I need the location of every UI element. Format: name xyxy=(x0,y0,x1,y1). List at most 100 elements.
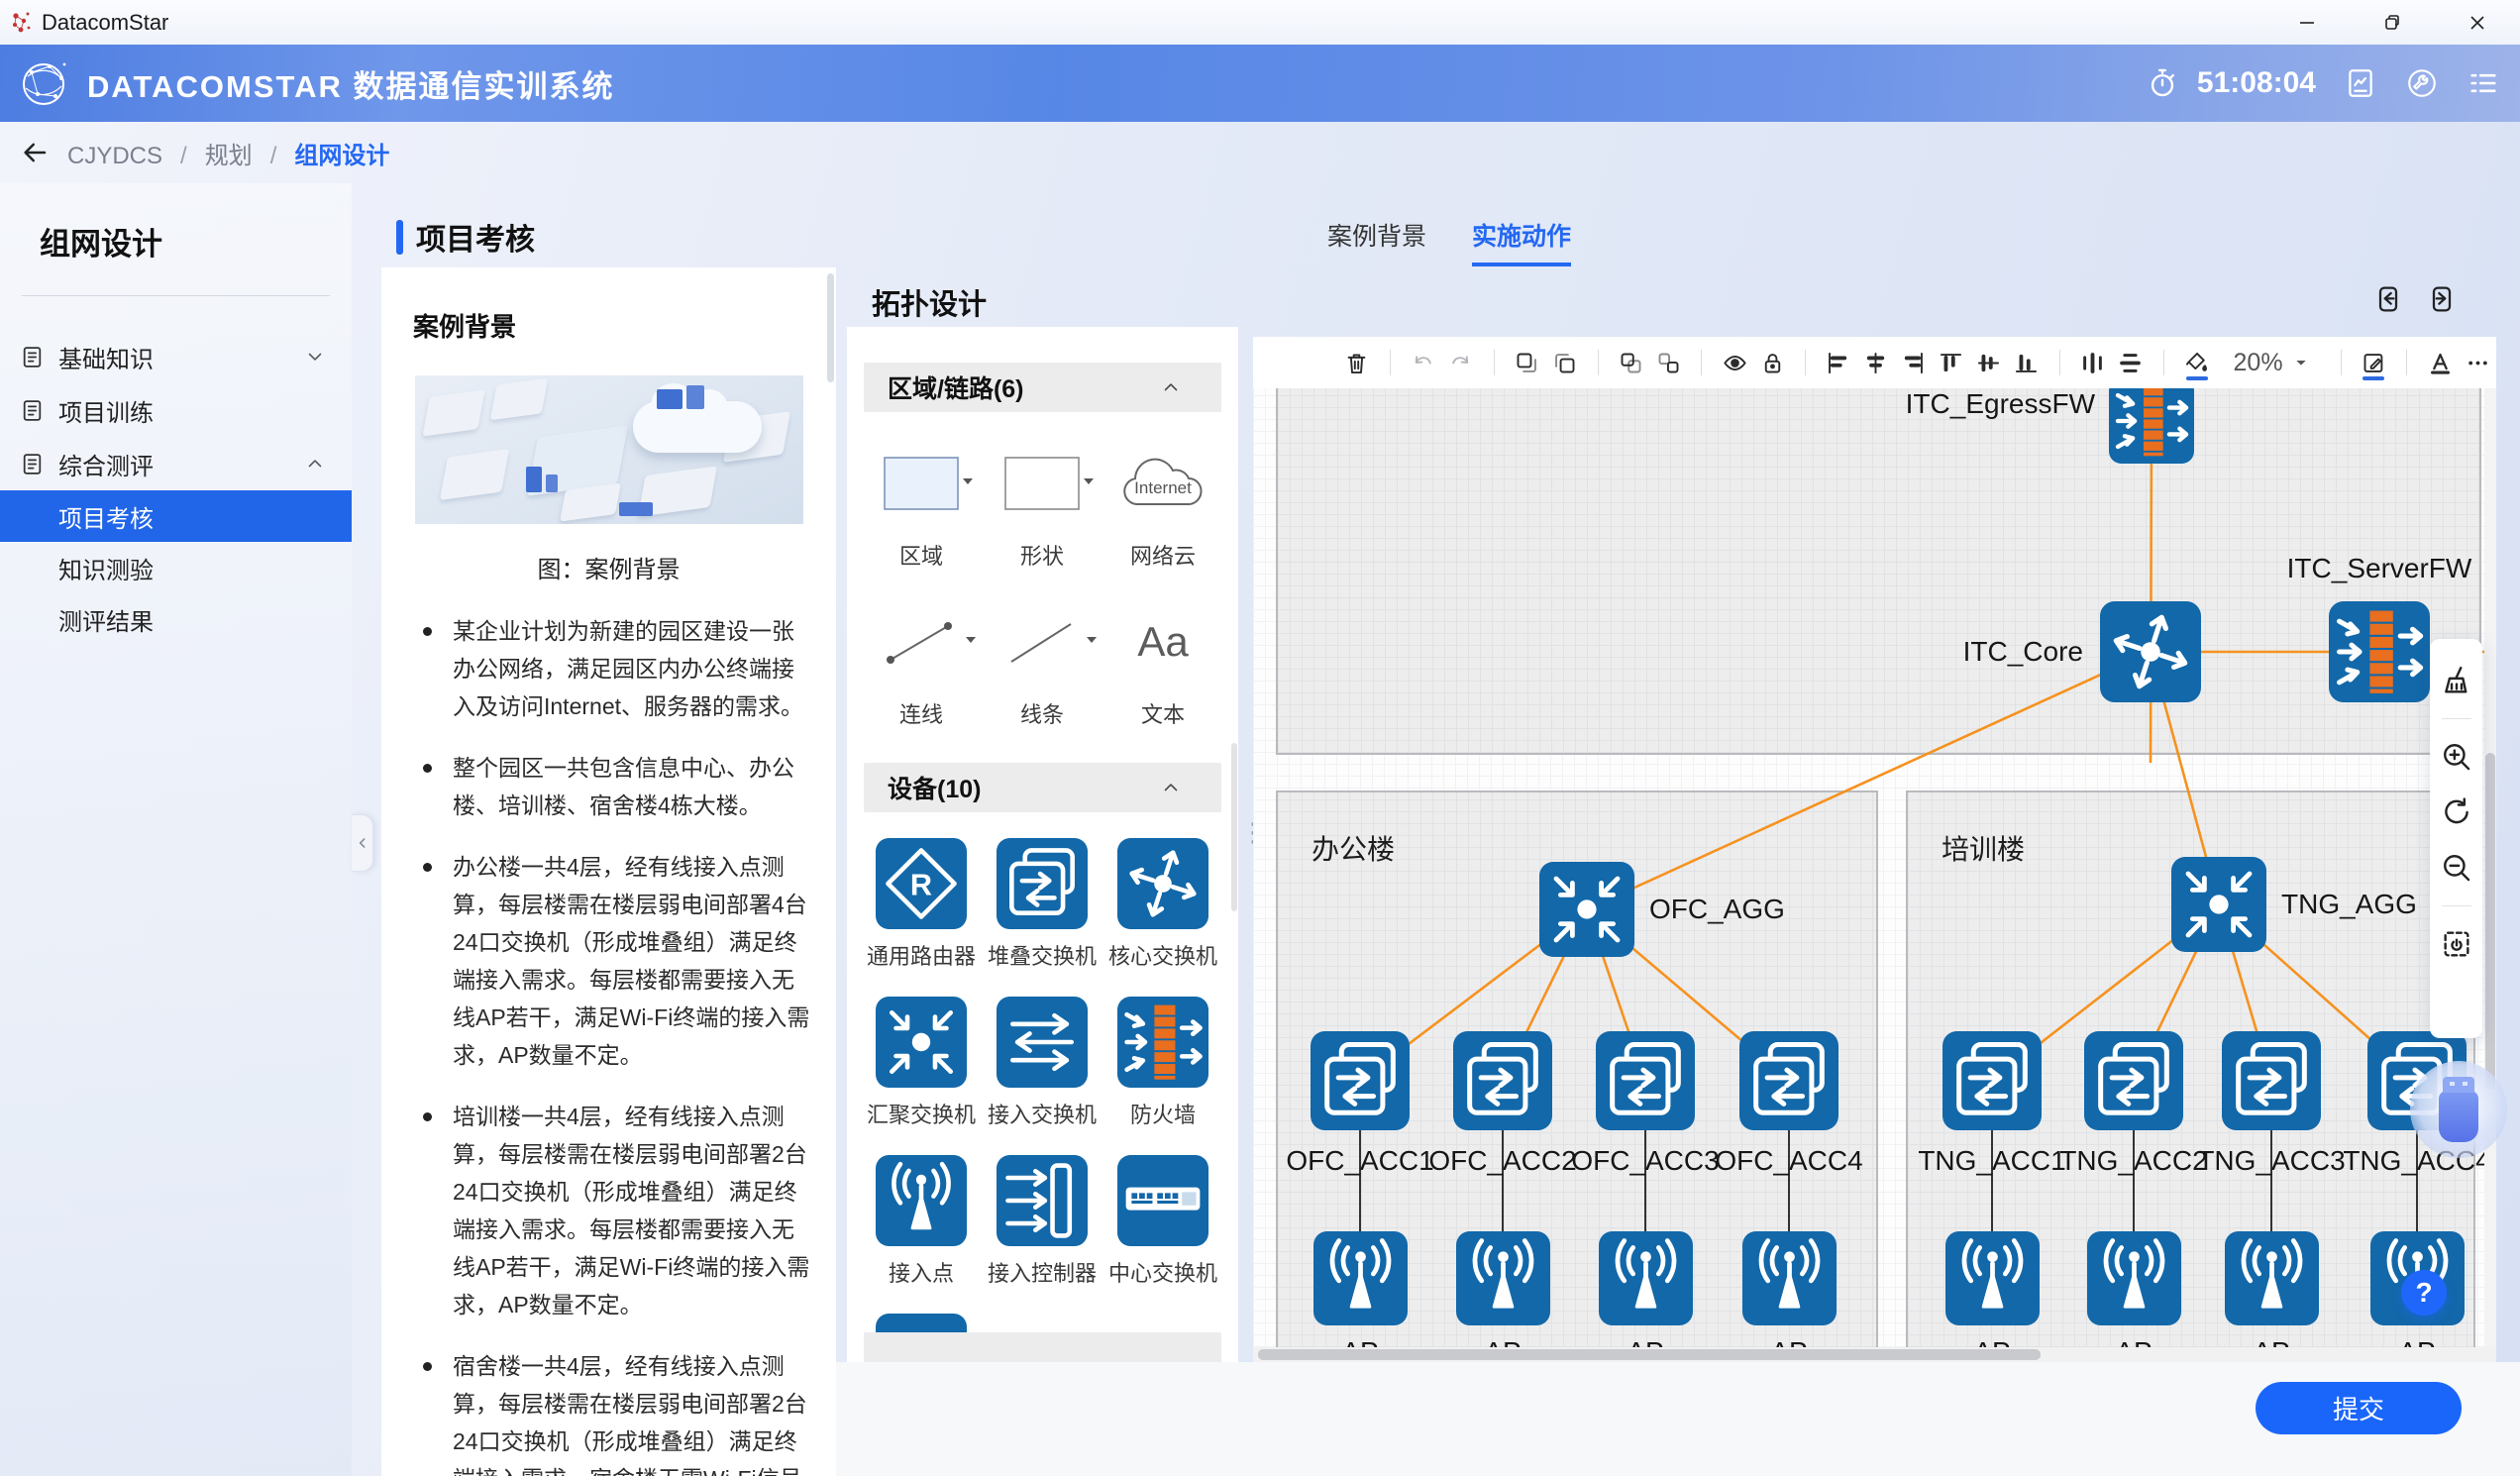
palette-item-connector[interactable]: 连线 xyxy=(861,596,982,729)
tab-active[interactable]: 实施动作 xyxy=(1472,217,1571,266)
reset-button[interactable] xyxy=(2440,795,2473,829)
font-color-button[interactable] xyxy=(2421,343,2459,382)
zoom-out-button[interactable] xyxy=(2440,851,2473,885)
palette-item-centersw[interactable]: 中心交换机 xyxy=(1102,1155,1223,1288)
node-ap[interactable] xyxy=(2087,1231,2181,1325)
case-bullet: 整个园区一共包含信息中心、办公楼、培训楼、宿舍楼4栋大楼。 xyxy=(415,749,810,824)
palette-item-firewall[interactable]: 防火墙 xyxy=(1102,997,1223,1129)
node-ap[interactable] xyxy=(1599,1231,1693,1325)
node-ap[interactable] xyxy=(1742,1231,1837,1325)
node-firewall[interactable] xyxy=(2109,388,2194,464)
minimize-button[interactable] xyxy=(2264,0,2350,45)
align-right-button[interactable] xyxy=(1895,343,1933,382)
undo-button[interactable] xyxy=(1405,343,1442,382)
breadcrumb-item[interactable]: 规划 xyxy=(205,143,253,169)
sidebar-subitem[interactable]: 测评结果 xyxy=(0,593,352,645)
panel-next-icon[interactable] xyxy=(2426,283,2458,315)
restore-button[interactable] xyxy=(2350,0,2435,45)
align-center-h-button[interactable] xyxy=(1857,343,1895,382)
palette-item-text[interactable]: Aa 文本 xyxy=(1102,596,1223,729)
topology-link[interactable] xyxy=(2151,416,2152,763)
palette-item-agg[interactable]: 汇聚交换机 xyxy=(861,997,982,1129)
node-ap[interactable] xyxy=(1313,1231,1408,1325)
zoom-in-button[interactable] xyxy=(2440,740,2473,774)
breadcrumb-item[interactable]: CJYDCS xyxy=(67,143,162,169)
dist-h-button[interactable] xyxy=(2074,343,2112,382)
panel-splitter-handle[interactable]: ⋮ xyxy=(1240,828,1250,837)
node-ap[interactable] xyxy=(2225,1231,2319,1325)
node-ap[interactable] xyxy=(1945,1231,2040,1325)
palette-item-plain-line[interactable]: 线条 xyxy=(982,596,1102,729)
align-left-button[interactable] xyxy=(1820,343,1857,382)
canvas-horizontal-scrollbar[interactable] xyxy=(1253,1347,2496,1362)
tools-icon[interactable] xyxy=(2405,66,2439,100)
eye-button[interactable] xyxy=(1716,343,1753,382)
palette-scrollbar[interactable] xyxy=(1231,743,1237,911)
align-center-v-button[interactable] xyxy=(1970,343,2008,382)
group-button[interactable] xyxy=(1612,343,1649,382)
title-accent-bar xyxy=(396,220,403,255)
palette-collapsed-section[interactable] xyxy=(864,1332,1221,1362)
toolbar-separator xyxy=(1701,350,1702,375)
broom-button[interactable] xyxy=(2440,664,2473,697)
node-label: AP xyxy=(1484,1336,1521,1347)
palette-section-header[interactable]: 设备(10) xyxy=(864,763,1221,812)
palette-item-ac[interactable]: 接入控制器 xyxy=(982,1155,1102,1288)
node-firewall[interactable] xyxy=(2329,601,2430,702)
node-agg[interactable] xyxy=(1539,862,1634,957)
screenshot-button[interactable] xyxy=(2440,927,2473,961)
canvas-vertical-scrollbar[interactable] xyxy=(2484,388,2496,1347)
node-stack[interactable] xyxy=(1453,1031,1552,1130)
node-stack[interactable] xyxy=(1739,1031,1838,1130)
sidebar-item[interactable]: 综合测评 xyxy=(0,437,352,490)
topology-canvas[interactable]: 办公楼培训楼 ITC_EgressFWITC_CoreITC_ServerFWO… xyxy=(1253,388,2496,1347)
sidebar-item[interactable]: 项目训练 xyxy=(0,383,352,437)
node-ap[interactable] xyxy=(1456,1231,1550,1325)
menu-list-icon[interactable] xyxy=(2467,66,2500,100)
edit-style-button[interactable] xyxy=(2355,343,2392,382)
topology-link[interactable] xyxy=(1587,652,2151,909)
palette-section-header[interactable]: 区域/链路(6) xyxy=(864,363,1221,412)
node-core[interactable] xyxy=(2100,601,2201,702)
tab-inactive[interactable]: 案例背景 xyxy=(1327,217,1426,266)
report-icon[interactable] xyxy=(2344,66,2377,100)
node-stack[interactable] xyxy=(2222,1031,2321,1130)
palette-item-router[interactable]: R 通用路由器 xyxy=(861,838,982,971)
back-arrow-icon[interactable] xyxy=(20,138,50,167)
align-top-button[interactable] xyxy=(1933,343,1970,382)
usb-drive-icon[interactable] xyxy=(2410,1061,2507,1158)
palette-item-ap[interactable]: 接入点 xyxy=(861,1155,982,1288)
palette-item-shape[interactable]: 形状 xyxy=(982,438,1102,571)
ungroup-button[interactable] xyxy=(1649,343,1687,382)
dup-back-button[interactable] xyxy=(1546,343,1584,382)
sidebar-subitem[interactable]: 知识测验 xyxy=(0,542,352,593)
more-button[interactable] xyxy=(2459,343,2496,382)
close-button[interactable] xyxy=(2435,0,2520,45)
sidebar-collapse-handle[interactable] xyxy=(352,814,373,872)
node-stack[interactable] xyxy=(1311,1031,1410,1130)
lock-button[interactable] xyxy=(1753,343,1791,382)
sidebar-item[interactable]: 基础知识 xyxy=(0,330,352,383)
redo-button[interactable] xyxy=(1442,343,1480,382)
palette-item-region[interactable]: 区域 xyxy=(861,438,982,571)
fill-color-button[interactable] xyxy=(2178,343,2216,382)
case-panel-scrollbar[interactable] xyxy=(827,273,834,382)
palette-item-cloud[interactable]: Internet 网络云 xyxy=(1102,438,1223,571)
node-stack[interactable] xyxy=(1942,1031,2042,1130)
panel-prev-icon[interactable] xyxy=(2372,283,2404,315)
align-bottom-button[interactable] xyxy=(2008,343,2046,382)
dist-v-button[interactable] xyxy=(2112,343,2150,382)
help-button[interactable]: ? xyxy=(2401,1270,2447,1316)
dup-front-button[interactable] xyxy=(1509,343,1546,382)
breadcrumb-item[interactable]: 组网设计 xyxy=(294,143,389,169)
submit-button[interactable]: 提交 xyxy=(2256,1382,2462,1434)
sidebar-subitem[interactable]: 项目考核 xyxy=(0,490,352,542)
node-stack[interactable] xyxy=(1596,1031,1695,1130)
palette-item-access[interactable]: 接入交换机 xyxy=(982,997,1102,1129)
node-agg[interactable] xyxy=(2171,857,2266,952)
node-stack[interactable] xyxy=(2084,1031,2183,1130)
palette-item-core[interactable]: 核心交换机 xyxy=(1102,838,1223,971)
trash-button[interactable] xyxy=(1338,343,1376,382)
palette-item-stack[interactable]: 堆叠交换机 xyxy=(982,838,1102,971)
zoom-level-select[interactable]: 20% xyxy=(2234,349,2309,377)
